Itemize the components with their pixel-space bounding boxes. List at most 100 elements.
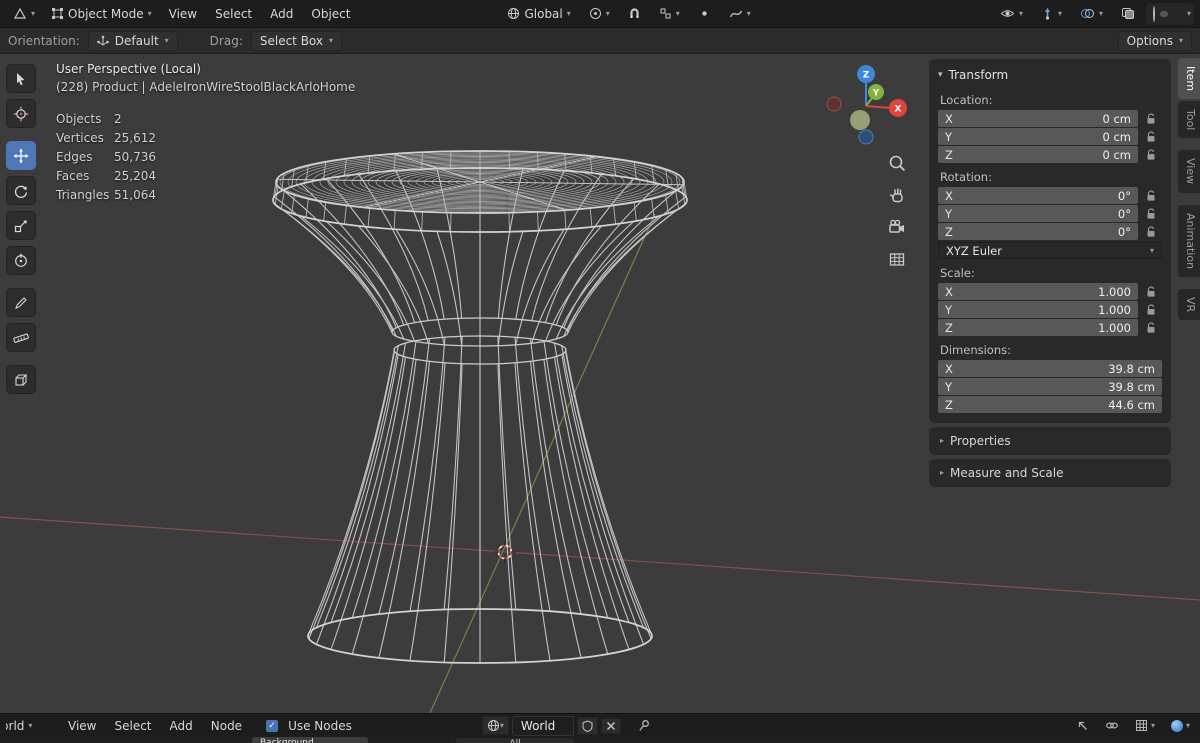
lock-icon[interactable]	[1144, 147, 1159, 162]
properties-panel: ▸ Properties	[930, 428, 1170, 454]
dimensions-x-field[interactable]: X 39.8 cm	[938, 360, 1162, 377]
viewport-display-group: ▾ ▾ ▾ ▾	[993, 2, 1194, 25]
camera-view-button[interactable]	[884, 214, 910, 240]
proportional-circle-icon	[702, 11, 707, 16]
lock-icon[interactable]	[1144, 284, 1159, 299]
rotation-mode-dropdown[interactable]: XYZ Euler ▾	[938, 242, 1162, 259]
lock-icon[interactable]	[1144, 320, 1159, 335]
snap-grid-dropdown[interactable]: ▾	[1131, 717, 1159, 734]
orientation-label: Global	[524, 6, 563, 21]
add-cube-tool[interactable]	[6, 365, 36, 394]
navigation-gizmo[interactable]: Z Y X	[820, 58, 920, 151]
sidebar-tab-tool[interactable]: Tool	[1178, 101, 1200, 139]
sidebar-tab-vr[interactable]: VR	[1178, 288, 1200, 320]
axis-gizmo-svg: Z Y X	[826, 65, 907, 145]
stat-value: 2	[114, 112, 122, 126]
back-arrow-button[interactable]	[1072, 717, 1093, 734]
options-dropdown[interactable]: Options ▾	[1117, 30, 1192, 51]
rotation-x-field[interactable]: X 0°	[938, 187, 1138, 204]
chevron-down-icon[interactable]: ▾	[1187, 9, 1191, 18]
scale-tool[interactable]	[6, 211, 36, 240]
scene-statistics: Objects 2 Vertices 25,612 Edges 50,736 Face…	[56, 112, 355, 202]
shading-rendered-button[interactable]	[1178, 11, 1186, 17]
lock-icon[interactable]	[1144, 129, 1159, 144]
sidebar-tab-animation[interactable]: Animation	[1178, 204, 1200, 277]
overlays-icon	[1080, 9, 1094, 18]
blender-window: ▾ Object Mode ▾ View Select Add Object G…	[0, 0, 1200, 743]
lock-icon[interactable]	[1144, 188, 1159, 203]
pan-button[interactable]	[884, 182, 910, 208]
shader-type-dropdown[interactable]: World ▾	[6, 719, 58, 733]
visibility-dropdown[interactable]: ▾	[993, 4, 1030, 23]
browse-world-dropdown[interactable]: ▾	[481, 716, 509, 735]
scale-x-field[interactable]: X 1.000	[938, 283, 1138, 300]
gizmos-dropdown[interactable]: ▾	[1034, 4, 1069, 23]
lock-icon[interactable]	[1144, 302, 1159, 317]
lock-icon[interactable]	[1144, 224, 1159, 239]
dimensions-z-field[interactable]: Z 44.6 cm	[938, 396, 1162, 413]
scale-z-field[interactable]: Z 1.000	[938, 319, 1138, 336]
all-dropdown[interactable]: All	[455, 737, 575, 743]
n-panel-sidebar: ▾ Transform Location: X0 cm Y0 cm Z0 cm …	[930, 60, 1170, 492]
sidebar-tab-view[interactable]: View	[1178, 150, 1200, 193]
menu-view[interactable]: View	[60, 716, 104, 736]
zoom-button[interactable]	[884, 150, 910, 176]
menu-view[interactable]: View	[161, 4, 205, 24]
fake-user-button[interactable]	[576, 716, 598, 735]
shading-material-button[interactable]	[1169, 11, 1177, 17]
transform-orientation-dropdown[interactable]: Global ▾	[500, 4, 577, 24]
menu-node[interactable]: Node	[203, 716, 250, 736]
lock-icon[interactable]	[1144, 206, 1159, 221]
pivot-icon	[589, 8, 601, 19]
unlink-button[interactable]	[600, 717, 621, 734]
snap-settings-dropdown[interactable]: ▾	[652, 4, 687, 23]
properties-panel-header[interactable]: ▸ Properties	[938, 430, 1162, 452]
scale-y-field[interactable]: Y 1.000	[938, 301, 1138, 318]
location-z-field[interactable]: Z 0 cm	[938, 146, 1138, 163]
rotate-tool[interactable]	[6, 176, 36, 205]
background-node-header[interactable]: Background	[252, 737, 368, 743]
orientation-default-dropdown[interactable]: Default ▾	[87, 30, 178, 51]
menu-object[interactable]: Object	[303, 4, 358, 24]
mode-dropdown[interactable]: Object Mode ▾	[44, 4, 159, 24]
link-button[interactable]	[1101, 717, 1123, 734]
overlays-dropdown[interactable]: ▾	[1073, 4, 1110, 23]
menu-add[interactable]: Add	[262, 4, 301, 24]
menu-add[interactable]: Add	[162, 716, 201, 736]
proportional-falloff-dropdown[interactable]: ▾	[722, 4, 758, 23]
rotation-z-field[interactable]: Z 0°	[938, 223, 1138, 240]
world-name-field[interactable]: World	[511, 715, 574, 736]
sidebar-tab-item[interactable]: Item	[1178, 58, 1200, 100]
annotate-tool[interactable]	[6, 288, 36, 317]
orthographic-toggle-button[interactable]	[884, 246, 910, 272]
3d-viewport[interactable]: User Perspective (Local) (228) Product |…	[0, 54, 1200, 713]
pivot-point-dropdown[interactable]: ▾	[582, 4, 617, 23]
measure-scale-panel-header[interactable]: ▸ Measure and Scale	[938, 462, 1162, 484]
measure-tool[interactable]	[6, 323, 36, 352]
use-nodes-checkbox[interactable]: ✓	[266, 719, 279, 732]
menu-select[interactable]: Select	[106, 716, 159, 736]
location-y-field[interactable]: Y 0 cm	[938, 128, 1138, 145]
shading-wireframe-button[interactable]	[1149, 4, 1159, 24]
location-x-field[interactable]: X 0 cm	[938, 110, 1138, 127]
object-mode-icon	[52, 8, 64, 19]
lock-icon[interactable]	[1144, 111, 1159, 126]
wireframe-stool-object[interactable]	[272, 150, 688, 664]
proportional-editing-toggle[interactable]	[691, 4, 718, 23]
transform-tool[interactable]	[6, 246, 36, 275]
xray-toggle[interactable]	[1114, 4, 1142, 23]
shading-solid-button[interactable]	[1159, 10, 1168, 17]
preview-sphere-dropdown[interactable]: ▾	[1167, 718, 1194, 734]
editor-type-dropdown[interactable]: ▾	[6, 4, 42, 24]
chevron-down-icon: ▾	[329, 35, 334, 45]
drag-mode-dropdown[interactable]: Select Box ▾	[250, 30, 343, 51]
menu-select[interactable]: Select	[207, 4, 260, 24]
snap-toggle[interactable]	[621, 4, 648, 23]
pin-button[interactable]	[634, 717, 655, 734]
rotation-y-field[interactable]: Y 0°	[938, 205, 1138, 222]
select-box-tool[interactable]	[6, 64, 36, 93]
move-tool[interactable]	[6, 141, 36, 170]
dimensions-y-field[interactable]: Y 39.8 cm	[938, 378, 1162, 395]
cursor-tool[interactable]	[6, 99, 36, 128]
transform-panel-header[interactable]: ▾ Transform	[938, 66, 1162, 86]
